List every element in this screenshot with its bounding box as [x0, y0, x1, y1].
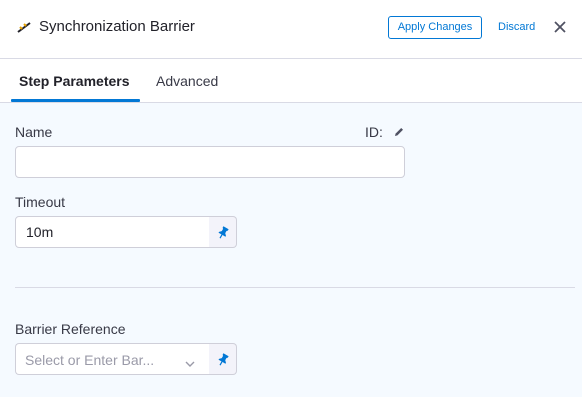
section-divider: [15, 287, 575, 288]
timeout-pin-button[interactable]: [209, 216, 237, 248]
barrier-reference-pin-button[interactable]: [209, 343, 237, 375]
id-label: ID:: [365, 124, 383, 140]
timeout-input[interactable]: [15, 216, 210, 248]
tab-step-parameters[interactable]: Step Parameters: [19, 73, 130, 89]
tab-bar: Step Parameters Advanced: [0, 59, 582, 103]
barrier-step-icon: [16, 20, 32, 34]
pin-icon: [218, 226, 229, 239]
barrier-reference-placeholder: Select or Enter Bar...: [25, 352, 155, 368]
step-header: Synchronization Barrier Apply Changes Di…: [0, 0, 582, 59]
close-icon[interactable]: [553, 20, 567, 34]
active-tab-indicator: [11, 99, 140, 102]
timeout-label: Timeout: [15, 194, 66, 210]
barrier-reference-label: Barrier Reference: [15, 321, 126, 337]
name-label: Name: [15, 124, 53, 140]
discard-button[interactable]: Discard: [498, 21, 535, 33]
name-input[interactable]: [15, 146, 405, 178]
chevron-down-icon[interactable]: [185, 355, 195, 373]
barrier-reference-select[interactable]: Select or Enter Bar...: [15, 343, 210, 375]
pencil-icon[interactable]: [393, 125, 405, 137]
apply-changes-button[interactable]: Apply Changes: [388, 16, 482, 39]
pin-icon: [218, 353, 229, 366]
tab-advanced[interactable]: Advanced: [156, 73, 218, 89]
step-form: Name ID: Timeout Barrier Reference Selec…: [0, 103, 582, 397]
page-title: Synchronization Barrier: [39, 18, 195, 35]
